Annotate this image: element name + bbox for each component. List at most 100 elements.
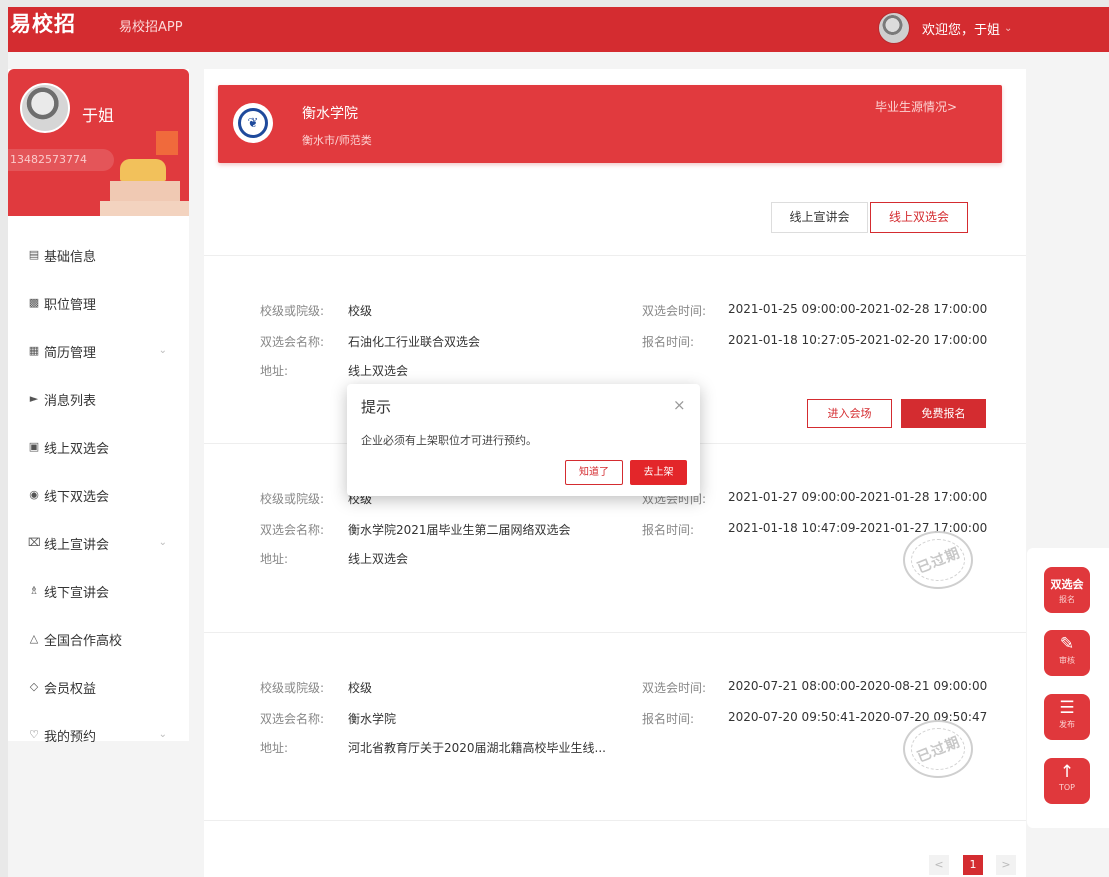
signup-time-value: 2021-01-18 10:27:05-2021-02-20 17:00:00 bbox=[728, 333, 988, 347]
site-logo[interactable]: 易校招 bbox=[10, 8, 76, 38]
tab-online-fair[interactable]: 线上双选会 bbox=[870, 202, 968, 233]
sidebar-item-membership[interactable]: ◇ 会员权益 bbox=[8, 663, 189, 711]
avatar[interactable] bbox=[878, 12, 910, 44]
fair-register-float-button[interactable]: 双选会 报名 bbox=[1044, 567, 1090, 613]
next-page-button[interactable]: > bbox=[996, 855, 1016, 875]
publish-float-button[interactable]: ☰ 发布 bbox=[1044, 694, 1090, 740]
location-icon: ◉ bbox=[29, 488, 39, 501]
sidebar-item-offline-talk[interactable]: ♗ 线下宣讲会 bbox=[8, 567, 189, 615]
chevron-down-icon: ⌄ bbox=[158, 537, 167, 548]
sidebar-item-label: 线下双选会 bbox=[44, 489, 110, 505]
diamond-icon: ◇ bbox=[29, 680, 39, 693]
address-label: 地址: bbox=[260, 552, 289, 566]
chevron-down-icon[interactable]: ⌄ bbox=[1004, 23, 1012, 34]
welcome-text[interactable]: 欢迎您，于姐 bbox=[922, 19, 1000, 38]
school-name: 衡水学院 bbox=[302, 106, 358, 122]
float-button-sublabel: TOP bbox=[1058, 783, 1075, 792]
sidebar-item-jobs[interactable]: ▩ 职位管理 bbox=[8, 279, 189, 327]
float-button-label: 双选会 bbox=[1050, 578, 1084, 591]
expired-stamp-text: 已过期 bbox=[914, 545, 963, 577]
signup-time-label: 报名时间: bbox=[642, 335, 695, 349]
expired-stamp-text: 已过期 bbox=[914, 734, 963, 766]
sidebar-item-online-talk[interactable]: ⌧ 线上宣讲会 ⌄ bbox=[8, 519, 189, 567]
level-label: 校级或院级: bbox=[260, 304, 325, 318]
float-button-sublabel: 发布 bbox=[1059, 720, 1075, 729]
sidebar: 于姐 13482573774 ▤ 基础信息 ▩ 职位管理 ▦ 简历管理 ⌄ ► bbox=[8, 69, 189, 745]
acknowledge-button[interactable]: 知道了 bbox=[565, 460, 623, 485]
level-label: 校级或院级: bbox=[260, 681, 325, 695]
top-bar: 易校招 易校招APP 欢迎您，于姐 ⌄ bbox=[8, 7, 1109, 52]
sidebar-item-label: 我的预约 bbox=[44, 729, 97, 745]
float-button-sublabel: 报名 bbox=[1059, 595, 1075, 604]
fair-time-value: 2021-01-25 09:00:00-2021-02-28 17:00:00 bbox=[728, 302, 988, 316]
edit-icon: ☰ bbox=[1059, 698, 1075, 718]
level-label: 校级或院级: bbox=[260, 492, 325, 506]
people-icon: ♗ bbox=[29, 584, 39, 597]
fair-name-label: 双选会名称: bbox=[260, 712, 325, 726]
sidebar-item-label: 消息列表 bbox=[44, 393, 97, 409]
chevron-down-icon: ⌄ bbox=[158, 345, 167, 356]
sidebar-item-online-fair[interactable]: ▣ 线上双选会 bbox=[8, 423, 189, 471]
profile-avatar bbox=[20, 83, 70, 133]
sidebar-item-label: 简历管理 bbox=[44, 345, 97, 361]
profile-phone: 13482573774 bbox=[8, 149, 114, 171]
cake-illustration bbox=[100, 123, 189, 216]
graduate-source-link[interactable]: 毕业生源情况> bbox=[875, 98, 957, 115]
sidebar-item-label: 线上宣讲会 bbox=[44, 537, 110, 553]
fair-time-label: 双选会时间: bbox=[642, 681, 707, 695]
audit-icon: ✎ bbox=[1059, 634, 1075, 654]
dialog-title: 提示 bbox=[361, 398, 392, 416]
app-link[interactable]: 易校招APP bbox=[119, 16, 183, 35]
sidebar-item-my-bookings[interactable]: ♡ 我的预约 ⌄ bbox=[8, 711, 189, 759]
fair-name-label: 双选会名称: bbox=[260, 335, 325, 349]
sidebar-item-partner-schools[interactable]: △ 全国合作高校 bbox=[8, 615, 189, 663]
signup-time-label: 报名时间: bbox=[642, 712, 695, 726]
page-number-current[interactable]: 1 bbox=[963, 855, 983, 875]
microphone-icon: ⌧ bbox=[28, 536, 41, 549]
back-to-top-button[interactable]: ↑ TOP bbox=[1044, 758, 1090, 804]
resume-icon: ▦ bbox=[28, 344, 40, 357]
address-value: 线上双选会 bbox=[348, 552, 409, 566]
speaker-icon: ► bbox=[29, 392, 39, 405]
audit-float-button[interactable]: ✎ 审核 bbox=[1044, 630, 1090, 676]
signup-time-label: 报名时间: bbox=[642, 523, 695, 537]
page: 易校招 易校招APP 欢迎您，于姐 ⌄ 于姐 13482573774 ▤ 基础信… bbox=[8, 7, 1109, 877]
address-label: 地址: bbox=[260, 364, 289, 378]
enter-venue-button[interactable]: 进入会场 bbox=[807, 399, 892, 428]
heart-icon: ♡ bbox=[29, 728, 39, 741]
school-emblem-icon: ❦ bbox=[238, 108, 268, 138]
sidebar-item-label: 会员权益 bbox=[44, 681, 97, 697]
graduation-cap-icon: △ bbox=[29, 632, 39, 645]
sidebar-item-label: 全国合作高校 bbox=[44, 633, 123, 649]
sidebar-item-label: 基础信息 bbox=[44, 249, 97, 265]
sidebar-item-label: 职位管理 bbox=[44, 297, 97, 313]
expired-stamp: 已过期 bbox=[903, 531, 973, 589]
fair-time-value: 2021-01-27 09:00:00-2021-01-28 17:00:00 bbox=[728, 490, 988, 504]
dialog-message: 企业必须有上架职位才可进行预约。 bbox=[361, 434, 537, 447]
floating-action-bar: 双选会 报名 ✎ 审核 ☰ 发布 ↑ TOP bbox=[1027, 548, 1109, 828]
free-register-button[interactable]: 免费报名 bbox=[901, 399, 986, 428]
tab-online-talk[interactable]: 线上宣讲会 bbox=[771, 202, 868, 233]
float-button-sublabel: 审核 bbox=[1059, 656, 1075, 665]
fair-name-value: 衡水学院2021届毕业生第二届网络双选会 bbox=[348, 523, 571, 537]
divider bbox=[204, 820, 1026, 821]
go-list-job-button[interactable]: 去上架 bbox=[630, 460, 687, 485]
sidebar-item-resumes[interactable]: ▦ 简历管理 ⌄ bbox=[8, 327, 189, 375]
fair-name-label: 双选会名称: bbox=[260, 523, 325, 537]
prev-page-button[interactable]: < bbox=[929, 855, 949, 875]
profile-card: 于姐 13482573774 bbox=[8, 69, 189, 216]
level-value: 校级 bbox=[348, 304, 373, 318]
expired-stamp: 已过期 bbox=[903, 720, 973, 778]
school-banner: ❦ 衡水学院 衡水市/师范类 毕业生源情况> bbox=[218, 85, 1002, 163]
level-value: 校级 bbox=[348, 681, 373, 695]
sidebar-item-messages[interactable]: ► 消息列表 bbox=[8, 375, 189, 423]
close-icon[interactable]: × bbox=[673, 396, 686, 414]
sidebar-item-label: 线下宣讲会 bbox=[44, 585, 110, 601]
fair-name-value: 石油化工行业联合双选会 bbox=[348, 335, 481, 349]
sidebar-menu: ▤ 基础信息 ▩ 职位管理 ▦ 简历管理 ⌄ ► 消息列表 ▣ 线上双选会 ◉ bbox=[8, 231, 189, 759]
sidebar-item-basic-info[interactable]: ▤ 基础信息 bbox=[8, 231, 189, 279]
briefcase-icon: ▩ bbox=[28, 296, 40, 309]
fair-name-value: 衡水学院 bbox=[348, 712, 397, 726]
sidebar-item-offline-fair[interactable]: ◉ 线下双选会 bbox=[8, 471, 189, 519]
user-menu[interactable]: 欢迎您，于姐 ⌄ bbox=[878, 11, 1012, 45]
